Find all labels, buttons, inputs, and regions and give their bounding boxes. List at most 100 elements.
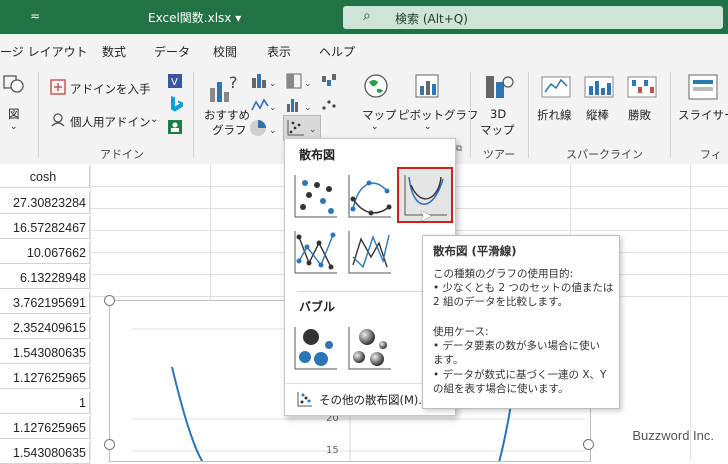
bing-icon[interactable]: [166, 94, 184, 112]
dropdown-arrow-icon: ⌄: [10, 122, 18, 132]
tooltip-text: の組を表す場合に使います。: [433, 383, 569, 395]
charts-dialog-launcher-icon[interactable]: ⧉: [456, 144, 462, 154]
tooltip-text: • 少なくとも 2 つのセットの値または: [433, 282, 614, 294]
mouse-cursor-icon: ➤: [419, 206, 433, 225]
group-separator: [38, 72, 39, 158]
3d-map-label-1[interactable]: 3D: [490, 107, 506, 121]
chart-type-tooltip: 散布図 (平滑線) この種類のグラフの使用目的: • 少なくとも 2 つのセット…: [422, 235, 620, 409]
scatter-straight-lines-option[interactable]: [345, 227, 395, 277]
dropdown-arrow-icon[interactable]: ⌄: [424, 122, 432, 132]
bubble-option[interactable]: [291, 323, 341, 373]
my-addins-button[interactable]: 個人用アドイン: [70, 114, 151, 130]
tour-group-label: ツアー: [483, 148, 516, 161]
svg-text:⌄: ⌄: [269, 79, 277, 89]
quick-access-menu[interactable]: ≂: [30, 9, 40, 23]
table-cell[interactable]: 1.127625965: [0, 417, 90, 439]
group-separator: [670, 72, 671, 158]
pivot-chart-label[interactable]: ピボットグラフ: [398, 107, 479, 123]
resize-handle[interactable]: [104, 439, 115, 450]
table-cell[interactable]: 2.352409615: [0, 317, 90, 339]
tab-help[interactable]: ヘルプ: [319, 43, 355, 60]
dropdown-arrow-icon[interactable]: ⌄: [150, 114, 158, 125]
table-cell[interactable]: 1: [0, 392, 90, 414]
table-cell[interactable]: 1.543080635: [0, 342, 90, 364]
sparkline-line-label[interactable]: 折れ線: [537, 107, 572, 123]
scatter-straight-markers-option[interactable]: [291, 227, 341, 277]
title-bar: ≂ Excel関数.xlsx ▾ ⌕ 検索 (Alt+Q): [0, 0, 728, 34]
bubble-3d-option[interactable]: [345, 323, 395, 373]
slicer-icon[interactable]: [686, 72, 722, 102]
watermark-text: Buzzword Inc.: [632, 428, 714, 443]
sparkline-group-label: スパークライン: [566, 148, 643, 161]
chart-series-line: [171, 366, 205, 464]
waterfall-chart-icon[interactable]: [320, 72, 342, 90]
search-icon: ⌕: [363, 8, 371, 24]
ribbon-tabs: ージ レイアウト 数式 データ 校閲 表示 ヘルプ: [0, 34, 728, 66]
tab-review[interactable]: 校閲: [213, 43, 237, 60]
recommended-charts-label-1[interactable]: おすすめ: [204, 107, 250, 123]
svg-text:?: ?: [229, 73, 238, 92]
statistic-chart-icon[interactable]: ⌄: [285, 96, 313, 114]
map-chart-icon[interactable]: [362, 72, 390, 102]
sparkline-line-icon[interactable]: [541, 74, 571, 100]
svg-text:⌄: ⌄: [269, 103, 277, 113]
people-graph-icon[interactable]: [166, 118, 184, 136]
group-separator: [528, 72, 529, 158]
tab-data[interactable]: データ: [154, 43, 190, 60]
group-separator: [470, 72, 471, 158]
slicer-label[interactable]: スライサー: [678, 107, 728, 123]
line-chart-icon[interactable]: ⌄: [250, 96, 278, 114]
window-title[interactable]: Excel関数.xlsx ▾: [148, 9, 241, 26]
sparkline-column-label[interactable]: 縦棒: [586, 107, 609, 123]
3d-map-icon[interactable]: [482, 72, 516, 102]
sparkline-winloss-icon[interactable]: [627, 74, 657, 100]
table-cell[interactable]: 16.57282467: [0, 217, 90, 239]
sparkline-column-icon[interactable]: [584, 74, 614, 100]
resize-handle[interactable]: [104, 295, 115, 306]
illustrations-label[interactable]: 図: [8, 106, 20, 122]
resize-handle[interactable]: [583, 439, 594, 450]
sparkline-winloss-label[interactable]: 勝敗: [628, 107, 651, 123]
table-cell[interactable]: 27.30823284: [0, 192, 90, 214]
tooltip-text: • データが数式に基づく一連の X、Y: [433, 369, 607, 381]
scatter-smooth-markers-option[interactable]: [345, 171, 395, 221]
table-cell[interactable]: 10.067662: [0, 242, 90, 264]
pie-chart-icon[interactable]: ⌄: [248, 118, 278, 138]
table-cell[interactable]: 3.762195691: [0, 292, 90, 314]
addin-group-label: アドイン: [100, 148, 144, 161]
search-placeholder: 検索 (Alt+Q): [395, 12, 468, 26]
recommended-charts-icon[interactable]: ?: [208, 72, 240, 104]
column-chart-icon[interactable]: ⌄: [250, 72, 278, 90]
tab-formulas[interactable]: 数式: [102, 43, 126, 60]
visio-icon[interactable]: V: [166, 72, 184, 90]
combo-chart-icon[interactable]: [320, 96, 342, 114]
tooltip-text: • データ要素の数が多い場合に使い: [433, 340, 601, 352]
shapes-icon[interactable]: [2, 72, 26, 96]
scatter-section-header: 散布図: [299, 148, 336, 162]
search-box[interactable]: ⌕ 検索 (Alt+Q): [343, 6, 723, 29]
dropdown-arrow-icon[interactable]: ⌄: [371, 122, 379, 132]
table-cell[interactable]: 1.127625965: [0, 367, 90, 389]
svg-text:V: V: [171, 77, 178, 88]
y-tick-label: 15: [326, 445, 339, 456]
column-header-cosh[interactable]: cosh: [0, 166, 90, 188]
pivot-chart-icon[interactable]: [413, 72, 445, 102]
hierarchy-chart-icon[interactable]: ⌄: [285, 72, 313, 90]
table-cell[interactable]: 6.13228948: [0, 267, 90, 289]
tooltip-text: 2 組のデータを比較します。: [433, 296, 568, 308]
group-separator: [193, 72, 194, 158]
map-chart-label[interactable]: マップ: [362, 107, 397, 123]
svg-text:⌄: ⌄: [304, 103, 312, 113]
scatter-markers-option[interactable]: [291, 171, 341, 221]
table-cell[interactable]: 1.543080635: [0, 442, 90, 464]
3d-map-label-2[interactable]: マップ: [480, 122, 515, 138]
tooltip-text: ます。: [433, 354, 464, 366]
recommended-charts-label-2[interactable]: グラフ: [212, 122, 247, 138]
tooltip-text: この種類のグラフの使用目的:: [433, 268, 574, 280]
store-icon: [50, 79, 66, 95]
tooltip-title: 散布図 (平滑線): [433, 244, 517, 258]
get-addins-button[interactable]: アドインを入手: [70, 81, 151, 97]
tab-page-layout[interactable]: ージ レイアウト: [0, 43, 88, 60]
my-addins-icon: [51, 113, 65, 127]
tab-view[interactable]: 表示: [267, 43, 291, 60]
